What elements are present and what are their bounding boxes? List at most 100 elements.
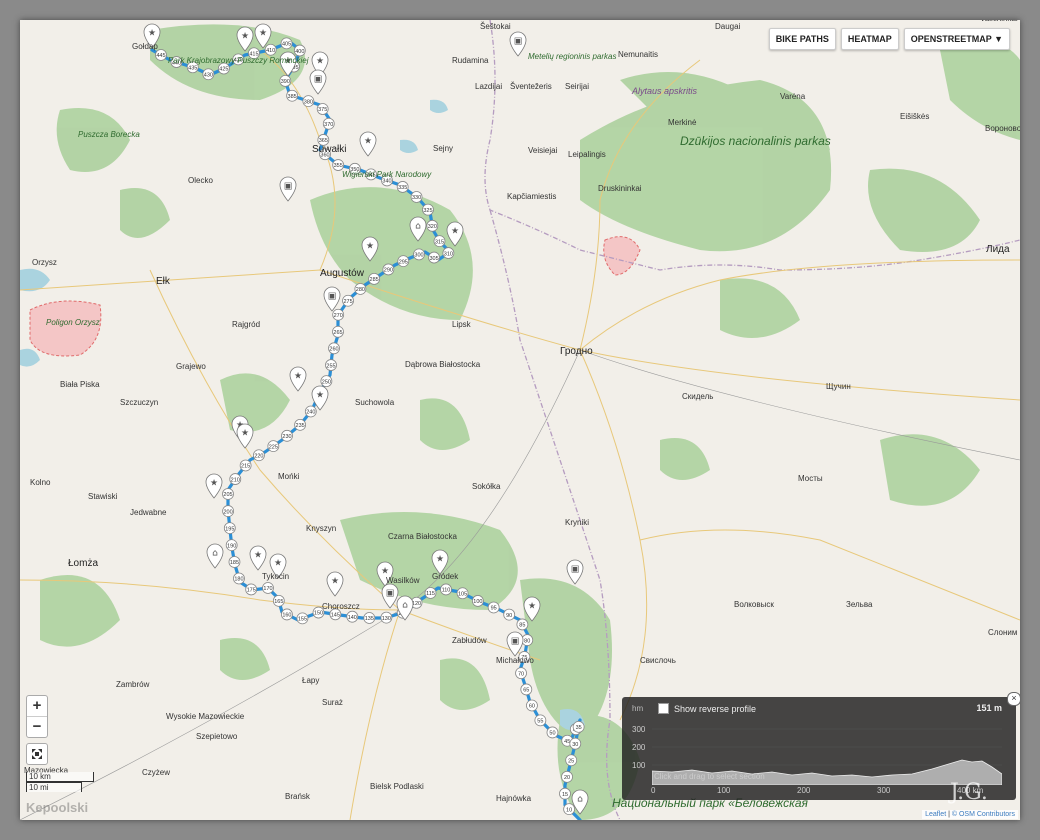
svg-text:⌂: ⌂ xyxy=(577,795,583,805)
place-label: Wigierski Park Narodowy xyxy=(342,170,432,179)
svg-text:285: 285 xyxy=(370,277,379,283)
svg-text:135: 135 xyxy=(365,616,374,622)
km-marker: 265 xyxy=(332,325,344,338)
place-label: Leipalingis xyxy=(568,150,606,159)
place-label: Seirijai xyxy=(565,82,590,91)
osm-link[interactable]: © OSM Contributors xyxy=(952,811,1015,818)
km-marker: 205 xyxy=(222,488,234,500)
place-label: Bielsk Podlaski xyxy=(370,782,424,791)
km-marker: 130 xyxy=(380,611,393,624)
svg-text:105: 105 xyxy=(458,591,467,597)
svg-text:110: 110 xyxy=(442,588,451,594)
place-label: Knyszyn xyxy=(306,524,337,533)
poi-markers[interactable]: ★★★★▣▣★★▣⌂★★▣★★★★★⌂★★★★★▣⌂★▣▣⌂ xyxy=(143,23,589,815)
svg-text:340: 340 xyxy=(382,179,391,185)
km-marker: 190 xyxy=(225,539,238,552)
star-icon[interactable]: ★ xyxy=(205,473,223,499)
km-marker: 65 xyxy=(520,683,533,696)
svg-text:▣: ▣ xyxy=(511,637,520,647)
map-layer-controls: BIKE PATHS HEATMAP OPENSTREETMAP ▼ xyxy=(768,28,1010,50)
svg-text:▣: ▣ xyxy=(571,565,580,575)
star-icon[interactable]: ★ xyxy=(236,423,254,449)
place-label: Lazdijai xyxy=(475,82,503,91)
svg-text:165: 165 xyxy=(274,599,283,605)
svg-text:315: 315 xyxy=(435,239,444,245)
svg-text:320: 320 xyxy=(428,224,437,230)
km-marker: 105 xyxy=(456,587,469,600)
km-marker: 215 xyxy=(239,459,252,472)
svg-text:30: 30 xyxy=(572,742,578,748)
svg-text:130: 130 xyxy=(382,616,391,622)
reverse-profile-checkbox[interactable] xyxy=(658,703,669,714)
km-marker: 235 xyxy=(294,418,307,431)
leaflet-link[interactable]: Leaflet xyxy=(925,811,946,818)
svg-text:200: 200 xyxy=(224,509,233,515)
fullscreen-button[interactable] xyxy=(26,743,48,765)
camera-icon[interactable]: ▣ xyxy=(309,69,327,95)
svg-text:★: ★ xyxy=(366,242,374,252)
place-label: Orzysz xyxy=(32,258,57,267)
attribution: Leaflet | © OSM Contributors xyxy=(922,810,1018,819)
km-marker: 140 xyxy=(346,610,359,623)
cycling-route[interactable] xyxy=(150,40,582,820)
km-marker: 160 xyxy=(281,608,293,621)
svg-text:305: 305 xyxy=(429,256,438,262)
basemap-dropdown[interactable]: OPENSTREETMAP ▼ xyxy=(903,28,1010,50)
svg-text:170: 170 xyxy=(263,586,272,592)
star-icon[interactable]: ★ xyxy=(326,571,344,597)
km-marker: 430 xyxy=(202,68,215,81)
star-icon[interactable]: ★ xyxy=(359,131,377,157)
zoom-in-button[interactable]: + xyxy=(27,696,47,716)
elevation-y-tick: 100 xyxy=(632,761,646,770)
reverse-profile-toggle[interactable]: Show reverse profile xyxy=(658,703,756,714)
star-icon[interactable]: ★ xyxy=(289,366,307,392)
svg-text:60: 60 xyxy=(529,704,535,710)
svg-text:225: 225 xyxy=(269,444,278,450)
svg-text:390: 390 xyxy=(281,79,290,85)
svg-text:65: 65 xyxy=(523,688,529,694)
close-icon[interactable]: × xyxy=(1007,692,1020,706)
place-label: Łomża xyxy=(68,558,99,569)
place-label: Слоним xyxy=(988,628,1018,637)
place-label: Щучин xyxy=(826,382,851,391)
place-label: Łapy xyxy=(302,676,320,685)
svg-text:▣: ▣ xyxy=(386,589,395,599)
km-marker: 55 xyxy=(534,714,547,727)
km-marker: 285 xyxy=(368,273,381,285)
km-marker: 10 xyxy=(563,803,576,816)
svg-text:435: 435 xyxy=(188,65,197,71)
svg-text:150: 150 xyxy=(314,611,323,617)
camera-icon[interactable]: ▣ xyxy=(323,286,341,312)
camera-icon[interactable]: ▣ xyxy=(566,559,584,585)
svg-text:370: 370 xyxy=(324,122,333,128)
scale-bar: 10 km 10 mi xyxy=(26,772,94,792)
bike-paths-button[interactable]: BIKE PATHS xyxy=(768,28,836,50)
camera-icon[interactable]: ▣ xyxy=(509,31,527,57)
km-marker: 175 xyxy=(245,583,258,596)
map-logo: Kepoolski xyxy=(26,800,89,815)
svg-text:185: 185 xyxy=(230,560,239,566)
km-marker: 385 xyxy=(286,89,299,102)
svg-text:290: 290 xyxy=(384,268,393,274)
svg-text:90: 90 xyxy=(506,613,512,619)
svg-text:115: 115 xyxy=(426,591,435,597)
heatmap-button[interactable]: HEATMAP xyxy=(840,28,899,50)
svg-text:425: 425 xyxy=(219,67,228,73)
zoom-out-button[interactable]: − xyxy=(27,716,47,737)
camera-icon[interactable]: ▣ xyxy=(279,176,297,202)
place-label: Волковыск xyxy=(734,600,774,609)
km-marker: 315 xyxy=(433,235,446,248)
km-marker: 110 xyxy=(440,583,452,596)
place-label: Jedwabne xyxy=(130,508,167,517)
star-icon[interactable]: ★ xyxy=(249,545,267,571)
km-marker: 15 xyxy=(559,787,571,800)
camera-icon[interactable]: ▣ xyxy=(381,583,399,609)
elevation-y-tick: 200 xyxy=(632,743,646,752)
svg-text:295: 295 xyxy=(399,259,408,265)
svg-text:300: 300 xyxy=(414,253,423,259)
place-label: Вороново xyxy=(985,124,1020,133)
place-label: Зельва xyxy=(846,600,873,609)
km-marker: 210 xyxy=(229,473,242,485)
place-label: Merkinė xyxy=(668,118,697,127)
home-icon[interactable]: ⌂ xyxy=(206,543,224,569)
